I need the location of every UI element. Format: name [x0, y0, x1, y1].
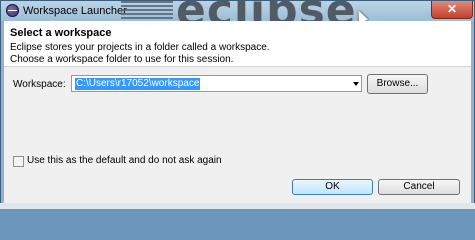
- header-line-1: Eclipse stores your projects in a folder…: [10, 42, 270, 53]
- default-checkbox-label[interactable]: Use this as the default and do not ask a…: [27, 155, 222, 166]
- eclipse-splash-logo: eclipse: [176, 1, 357, 21]
- window-title: Workspace Launcher: [23, 5, 127, 17]
- cancel-button[interactable]: Cancel: [378, 179, 460, 195]
- workspace-path-value[interactable]: C:\Users\r17052\workspace: [75, 78, 201, 90]
- chevron-down-icon[interactable]: [353, 82, 359, 86]
- workspace-launcher-window: Workspace Launcher eclipse ✕ Select a wo…: [0, 0, 475, 209]
- header-description: Eclipse stores your projects in a folder…: [10, 42, 270, 66]
- ok-button[interactable]: OK: [292, 179, 373, 195]
- browse-button[interactable]: Browse...: [367, 74, 428, 94]
- workspace-label: Workspace:: [13, 79, 66, 90]
- header-title: Select a workspace: [10, 27, 112, 39]
- close-button[interactable]: ✕: [431, 1, 473, 19]
- dialog-content: Select a workspace Eclipse stores your p…: [4, 21, 471, 204]
- bottom-edge: [0, 203, 475, 209]
- header-panel: Select a workspace Eclipse stores your p…: [4, 21, 471, 67]
- title-bar[interactable]: Workspace Launcher eclipse ✕: [1, 1, 474, 21]
- close-icon: ✕: [446, 2, 458, 16]
- header-line-2: Choose a workspace folder to use for thi…: [10, 54, 234, 65]
- default-checkbox[interactable]: [13, 156, 24, 167]
- workspace-combobox[interactable]: C:\Users\r17052\workspace: [71, 75, 362, 92]
- eclipse-icon: [6, 4, 19, 17]
- mouse-cursor-icon: [353, 8, 369, 21]
- splash-stripes: [121, 1, 173, 21]
